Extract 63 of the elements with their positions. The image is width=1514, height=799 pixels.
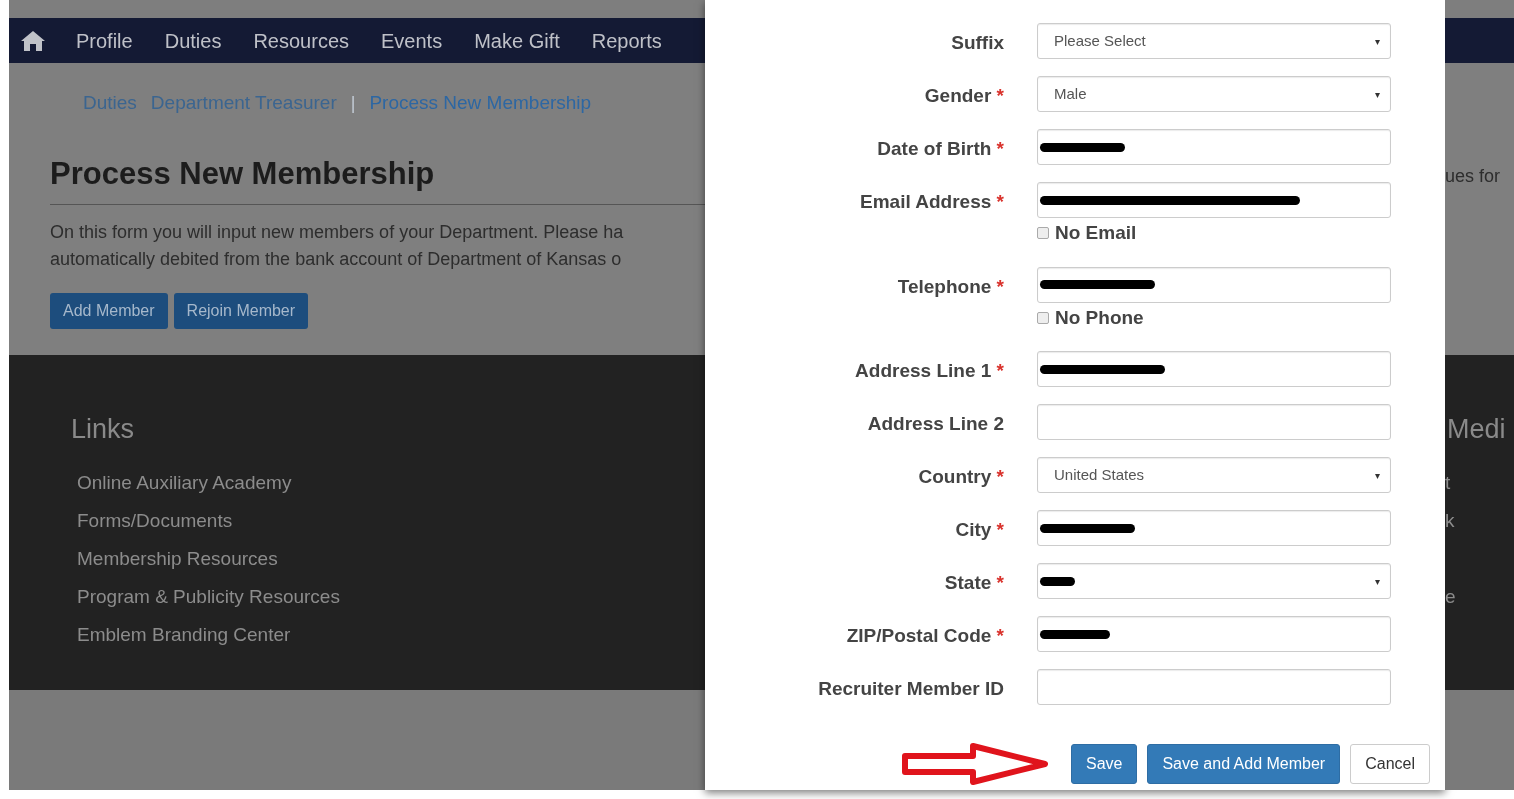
save-button[interactable]: Save and Add Member xyxy=(1147,744,1341,784)
select-field[interactable]: Please Select ▾ xyxy=(1037,23,1391,59)
input-field[interactable] xyxy=(1037,669,1391,705)
nav-link[interactable]: Resources xyxy=(237,25,365,56)
select-field[interactable]: United States ▾ xyxy=(1037,457,1391,493)
field-label: Suffix xyxy=(950,31,1004,55)
field-label: Recruiter Member ID xyxy=(817,677,1004,701)
checkbox-label: No Phone xyxy=(1055,305,1144,330)
input-field[interactable] xyxy=(1037,404,1391,440)
checkbox[interactable] xyxy=(1037,311,1049,324)
footer-link[interactable]: k xyxy=(1445,501,1514,540)
footer-link[interactable]: Membership Resources xyxy=(77,539,705,578)
footer-link[interactable]: Emblem Branding Center xyxy=(77,615,705,654)
field-label: Address Line 2 xyxy=(866,412,1004,436)
navigation-bar xyxy=(1445,18,1514,63)
checkbox[interactable] xyxy=(1037,227,1049,240)
nav-link[interactable]: Make Gift xyxy=(458,25,576,56)
page-button[interactable]: Add Member xyxy=(50,292,168,329)
page-title: Process New Membership xyxy=(50,147,705,205)
input-field[interactable] xyxy=(1037,510,1391,546)
page-background xyxy=(1445,0,1514,18)
select-field[interactable]: ▾ xyxy=(1037,563,1391,599)
nav-link[interactable]: Reports xyxy=(575,25,678,56)
field-label: Gender * xyxy=(923,84,1004,108)
field-label: City * xyxy=(954,518,1004,542)
checkbox-label: No Email xyxy=(1055,221,1137,245)
caret-icon: ▾ xyxy=(1375,467,1380,483)
nav-link[interactable]: Profile xyxy=(60,25,149,56)
footer-heading: Links xyxy=(71,413,136,446)
footer-heading: Medi xyxy=(1447,413,1507,446)
field-label: State * xyxy=(943,571,1004,595)
input-field[interactable] xyxy=(1037,182,1391,218)
intro-text: automatically debited from the bank account of Department of Kansas o xyxy=(50,247,623,271)
field-label: Date of Birth * xyxy=(876,137,1004,161)
intro-text: ues for xyxy=(1445,165,1502,188)
footer-link[interactable]: Online Auxiliary Academy xyxy=(77,463,705,502)
cancel-button[interactable]: Cancel xyxy=(1350,744,1430,784)
breadcrumb-separator: | xyxy=(350,91,356,115)
input-field[interactable] xyxy=(1037,129,1391,165)
field-label: Email Address * xyxy=(859,190,1004,214)
field-label: Country * xyxy=(917,465,1004,489)
save-button[interactable]: Save xyxy=(1070,744,1138,784)
footer-link[interactable]: t xyxy=(1445,463,1514,502)
nav-link[interactable]: Events xyxy=(365,25,459,56)
intro-text: On this form you will input new members of your Department. Please ha xyxy=(50,220,625,244)
caret-icon: ▾ xyxy=(1375,33,1380,49)
page-button[interactable]: Rejoin Member xyxy=(173,292,309,329)
input-field[interactable] xyxy=(1037,351,1391,387)
field-label: Address Line 1 * xyxy=(854,359,1004,383)
nav-link[interactable]: Duties xyxy=(148,25,238,56)
field-label: Telephone * xyxy=(896,274,1004,299)
footer-link[interactable]: Program & Publicity Resources xyxy=(77,577,705,616)
footer-link[interactable]: e xyxy=(1445,577,1514,616)
home-icon[interactable] xyxy=(20,29,46,52)
footer-link[interactable]: Forms/Documents xyxy=(77,501,705,540)
input-field[interactable] xyxy=(1037,616,1391,652)
field-label: ZIP/Postal Code * xyxy=(845,624,1004,648)
redaction-mark xyxy=(1040,576,1075,586)
input-field[interactable] xyxy=(1037,266,1391,303)
caret-icon: ▾ xyxy=(1375,573,1380,589)
caret-icon: ▾ xyxy=(1375,86,1380,102)
redaction-mark xyxy=(1040,629,1110,639)
select-field[interactable]: Male ▾ xyxy=(1037,76,1391,112)
